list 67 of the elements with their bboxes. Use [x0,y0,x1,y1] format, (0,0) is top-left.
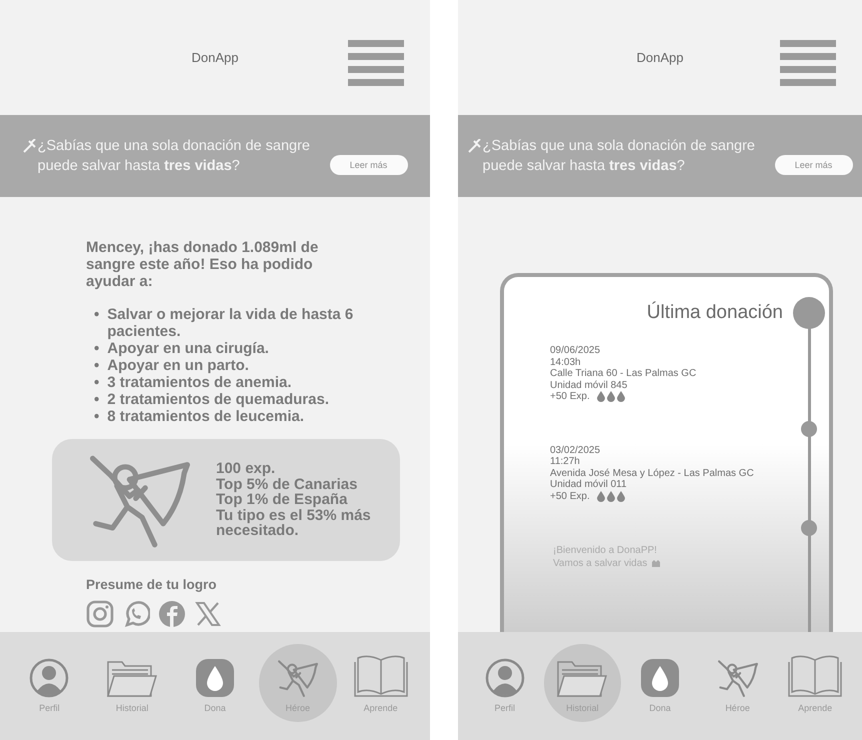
water-drop-icon [194,658,235,698]
banner-text: ¿Sabías que una sola donación de sangre puede salvar hasta tres vidas? [482,137,756,176]
bullet: • [94,391,100,408]
history-title: Última donación [646,302,784,324]
donation-detail: Unidad móvil 845 [550,380,628,391]
achievement-stat: Tu tipo es el 53% más necesitado. [216,508,372,539]
nav-tab[interactable]: Perfil [10,644,88,722]
benefit-item: Apoyar en un parto. [107,357,249,374]
bullet: • [94,340,100,357]
app-title: DonApp [636,50,684,65]
achievement-stat: Top 5% de Canarias [216,476,358,492]
nav-tab[interactable]: Historial [93,644,172,722]
donation-detail: 14:03h [550,356,582,368]
menu-button[interactable] [348,40,404,86]
experience-points: +50 Exp. [550,391,590,402]
nav-tab[interactable]: Perfil [466,644,544,722]
water-drop-icon [640,658,680,698]
achievement-stat: 100 exp. [216,461,276,477]
timeline-dot [801,420,817,436]
avatar-icon [484,658,525,698]
bullet: • [94,374,100,391]
timeline-dot [793,297,825,329]
welcome-text: ¡Bienvenido a DonaPP! [553,544,658,557]
instagram-icon[interactable] [86,600,114,628]
banner-text: ¿Sabías que una sola donación de sangre puede salvar hasta tres vidas? [38,137,311,176]
drop-icon [606,490,615,502]
drop-icon [596,490,605,502]
nav-tab[interactable]: Héroe [698,644,776,722]
benefit-item: Apoyar en una cirugía. [107,340,269,357]
drop-icon [616,490,625,502]
donation-summary: Mencey, ¡has donado 1.089ml de sangre este año! Eso ha podido ayudar a: [86,239,320,290]
open-book-icon [788,654,842,698]
donation-detail: Avenida José Mesa y López - Las Palmas GC [550,468,755,479]
achievement-stat: Top 1% de España [216,492,348,508]
bullet: • [94,306,100,325]
experience-points: +50 Exp. [550,490,590,502]
share-label: Presume de tu logro [86,577,218,592]
bullet: • [94,408,100,425]
menu-button[interactable] [780,40,836,86]
superhero-icon [276,658,320,698]
donation-detail: Unidad móvil 011 [550,479,628,490]
facebook-icon[interactable] [158,600,186,628]
donation-detail: 11:27h [550,456,581,468]
superhero-icon [716,658,760,698]
donation-detail: 09/06/2025 [550,345,602,356]
benefit-item: 2 tratamientos de quemaduras. [107,391,329,408]
bullet: • [94,357,100,374]
nav-tab[interactable]: Dona [176,644,254,722]
benefit-item: 3 tratamientos de anemia. [107,374,292,391]
donation-detail: Calle Triana 60 - Las Palmas GC [550,368,698,380]
drop-icon [596,391,605,402]
timeline-dot [801,520,817,536]
donation-detail: 03/02/2025 [550,444,602,456]
app-title: DonApp [192,50,238,65]
benefit-item: Salvar o mejorar la vida de hasta 6 pacientes. [107,306,354,340]
benefit-item: 8 tratamientos de leucemia. [107,408,304,425]
read-more-button[interactable]: Leer más [330,155,408,175]
drop-icon [606,391,615,402]
read-more-button[interactable]: Leer más [774,155,852,175]
drop-icon [616,391,625,402]
open-book-icon [354,654,408,698]
x-logo-icon[interactable] [194,600,222,628]
whatsapp-icon[interactable] [122,600,150,628]
avatar-icon [29,658,70,698]
nav-tab[interactable]: Aprende [342,644,420,722]
nav-tab[interactable]: Dona [621,644,699,722]
nav-tab[interactable]: Aprende [776,644,854,722]
